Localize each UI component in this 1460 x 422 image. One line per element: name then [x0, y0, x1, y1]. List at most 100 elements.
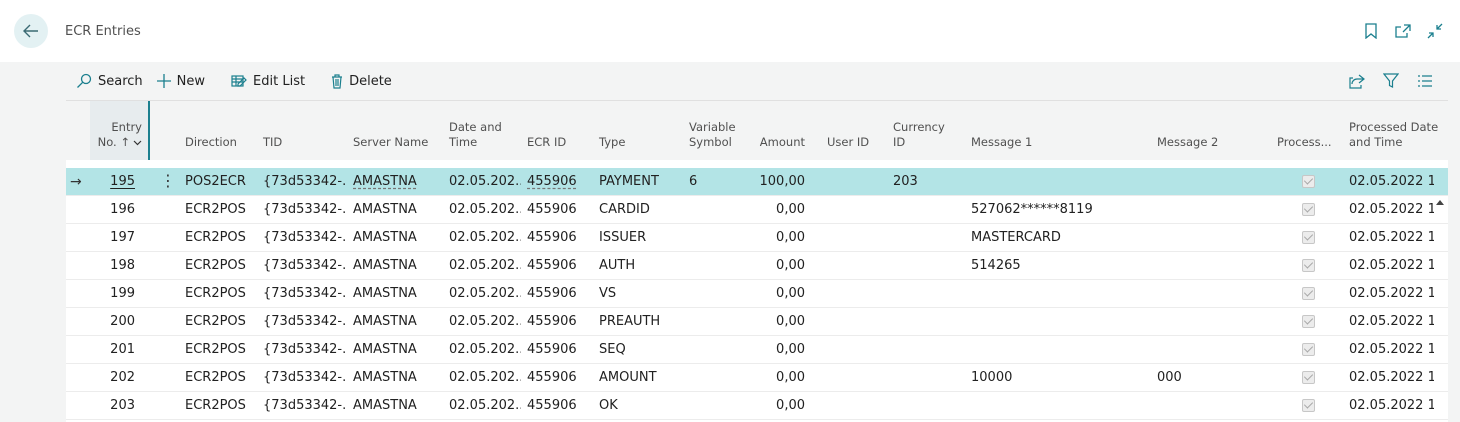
- open-new-window-icon[interactable]: [1394, 22, 1412, 40]
- cell-date-time: 02.05.202...: [449, 286, 521, 301]
- entry-no-label-2: No. ↑: [97, 135, 130, 149]
- processed-checkbox: [1302, 231, 1315, 244]
- cell-date-time: 02.05.202...: [449, 314, 521, 329]
- processed-checkbox: [1302, 315, 1315, 328]
- cell-tid: {73d53342-...: [263, 174, 347, 189]
- cell-date-time: 02.05.202...: [449, 258, 521, 273]
- column-header-tid[interactable]: TID: [263, 135, 282, 150]
- cell-tid: {73d53342-...: [263, 314, 347, 329]
- cell-entry-no[interactable]: 196: [106, 196, 135, 224]
- chevron-down-icon[interactable]: [133, 140, 142, 146]
- row-actions-icon[interactable]: ⋮: [160, 168, 176, 196]
- table-row[interactable]: 197 ECR2POS {73d53342-... AMASTNA 02.05.202.…: [66, 224, 1448, 252]
- cell-ecr-id: 455906: [527, 230, 577, 245]
- column-header-processed-date[interactable]: Processed Date and Time: [1349, 120, 1438, 150]
- cell-amount: 0,00: [776, 230, 805, 245]
- cell-server-name: AMASTNA: [353, 342, 417, 357]
- column-header-entry-no[interactable]: Entry No. ↑: [90, 101, 150, 160]
- column-header-server-name[interactable]: Server Name: [353, 135, 428, 150]
- cell-server-name: AMASTNA: [353, 202, 417, 217]
- table-row[interactable]: 202 ECR2POS {73d53342-... AMASTNA 02.05.202.…: [66, 364, 1448, 392]
- table-row[interactable]: → ⋮ 195 POS2ECR {73d53342-... AMASTNA 02.05.20…: [66, 168, 1448, 196]
- processed-checkbox: [1302, 343, 1315, 356]
- cell-server-name: AMASTNA: [353, 258, 417, 273]
- table-row[interactable]: 201 ECR2POS {73d53342-... AMASTNA 02.05.202.…: [66, 336, 1448, 364]
- partial-amount: 0,00: [746, 160, 805, 168]
- cell-tid: {73d53342-...: [263, 398, 347, 413]
- table-row[interactable]: 196 ECR2POS {73d53342-... AMASTNA 02.05.202.…: [66, 196, 1448, 224]
- cell-server-name: AMASTNA: [353, 314, 417, 329]
- partial-server: AMASTNA: [353, 160, 417, 168]
- cell-direction: ECR2POS: [185, 370, 246, 385]
- currency-label-2: ID: [893, 135, 906, 149]
- page-title: ECR Entries: [65, 24, 141, 39]
- cell-date-time: 02.05.202...: [449, 398, 521, 413]
- partial-direction: ECR2POS: [185, 160, 246, 168]
- cell-entry-no[interactable]: 197: [106, 224, 135, 252]
- cell-server-name[interactable]: AMASTNA: [353, 168, 417, 196]
- cell-message-1: MASTERCARD: [971, 230, 1061, 245]
- cell-message-1: 10000: [971, 370, 1013, 385]
- trash-icon: [332, 73, 343, 89]
- cell-type: AMOUNT: [599, 370, 657, 385]
- cell-date-time: 02.05.202...: [449, 230, 521, 245]
- processed-checkbox: [1302, 259, 1315, 272]
- back-button[interactable]: [14, 14, 48, 48]
- cell-direction: ECR2POS: [185, 286, 246, 301]
- cell-server-name: AMASTNA: [353, 370, 417, 385]
- cell-type: PREAUTH: [599, 314, 661, 329]
- column-header-message-1[interactable]: Message 1: [971, 135, 1032, 150]
- cell-amount: 0,00: [776, 370, 805, 385]
- cell-date-time: 02.05.202...: [449, 370, 521, 385]
- cell-processed-date: 02.05.2022 12: [1349, 342, 1434, 357]
- cell-server-name: AMASTNA: [353, 286, 417, 301]
- entries-grid: Entry No. ↑ Direction TID Server Name Da…: [66, 100, 1448, 422]
- column-header-message-2[interactable]: Message 2: [1157, 135, 1218, 150]
- cell-entry-no[interactable]: 199: [106, 280, 135, 308]
- cell-entry-no[interactable]: 202: [106, 364, 135, 392]
- new-button[interactable]: New: [156, 62, 206, 100]
- collapse-icon[interactable]: [1426, 22, 1444, 40]
- column-header-variable-symbol[interactable]: Variable Symbol: [689, 120, 736, 150]
- table-row[interactable]: 203 ECR2POS {73d53342-... AMASTNA 02.05.202.…: [66, 392, 1448, 420]
- cell-entry-no[interactable]: 200: [106, 308, 135, 336]
- column-header-amount[interactable]: Amount: [746, 135, 805, 150]
- table-row[interactable]: 200 ECR2POS {73d53342-... AMASTNA 02.05.202.…: [66, 308, 1448, 336]
- cell-amount: 0,00: [776, 342, 805, 357]
- delete-button[interactable]: Delete: [331, 62, 392, 100]
- cell-entry-no[interactable]: 203: [106, 392, 135, 420]
- edit-list-icon: [231, 75, 247, 87]
- partial-entry: 194: [106, 160, 135, 168]
- column-header-ecr-id[interactable]: ECR ID: [527, 135, 566, 150]
- cell-direction: ECR2POS: [185, 258, 246, 273]
- column-header-user-id[interactable]: User ID: [827, 135, 869, 150]
- list-view-icon[interactable]: [1416, 72, 1434, 90]
- edit-list-button[interactable]: Edit List: [231, 62, 305, 100]
- cell-entry-no[interactable]: 201: [106, 336, 135, 364]
- cell-entry-no[interactable]: 195: [106, 168, 135, 196]
- cell-ecr-id[interactable]: 455906: [527, 168, 577, 196]
- column-header-type[interactable]: Type: [599, 135, 625, 150]
- column-header-date-time[interactable]: Date and Time: [449, 120, 502, 150]
- bookmark-icon[interactable]: [1362, 22, 1380, 40]
- column-header-processed[interactable]: Process...: [1277, 135, 1332, 150]
- cell-type: VS: [599, 286, 617, 301]
- date-time-label-2: Time: [449, 135, 478, 149]
- content-area: Search New Edit List Delete Entry No. ↑ …: [0, 62, 1460, 422]
- cell-currency-id: 203: [893, 174, 918, 189]
- cell-tid: {73d53342-...: [263, 370, 347, 385]
- cell-amount: 0,00: [776, 202, 805, 217]
- action-bar: Search New Edit List Delete: [66, 62, 1448, 100]
- column-header-direction[interactable]: Direction: [185, 135, 237, 150]
- cell-type: PAYMENT: [599, 174, 659, 189]
- cell-processed-date: 02.05.2022 12: [1349, 398, 1434, 413]
- search-button[interactable]: Search: [76, 62, 143, 100]
- table-row[interactable]: 198 ECR2POS {73d53342-... AMASTNA 02.05.202.…: [66, 252, 1448, 280]
- share-icon[interactable]: [1348, 72, 1366, 90]
- table-row[interactable]: 199 ECR2POS {73d53342-... AMASTNA 02.05.202.…: [66, 280, 1448, 308]
- cell-entry-no[interactable]: 198: [106, 252, 135, 280]
- filter-icon[interactable]: [1382, 72, 1400, 90]
- cell-direction: ECR2POS: [185, 342, 246, 357]
- column-header-currency-id[interactable]: Currency ID: [893, 120, 945, 150]
- new-label: New: [176, 73, 206, 89]
